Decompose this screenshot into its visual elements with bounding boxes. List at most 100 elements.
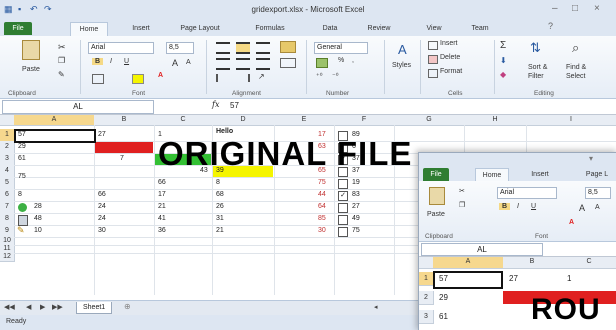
active-cell-outline[interactable] [14,129,96,143]
cell-f8-value[interactable]: 49 [350,213,360,225]
align-right-icon[interactable] [256,58,270,70]
insert-button[interactable]: Insert [440,40,458,47]
secondary-row-header[interactable]: 1 [419,272,434,286]
cell-c7[interactable]: 21 [156,201,166,213]
cell-a3[interactable]: 61 [16,153,26,165]
fill-color-icon[interactable] [132,74,144,84]
cell-b7[interactable]: 24 [96,201,106,213]
cell-f6-number[interactable]: 44 [316,189,326,201]
cell-c8[interactable]: 41 [156,213,166,225]
fx-icon[interactable]: fx [212,100,219,109]
column-header[interactable]: H [464,115,527,126]
red-filled-cell[interactable] [95,142,153,153]
sheet-nav-last-icon[interactable]: ▶▶ [52,303,63,311]
find-select-button[interactable]: Find & [566,64,586,71]
secondary-excel-window[interactable]: ▾ File Home Insert Page L Paste ✂ ❐ Clip… [418,152,616,330]
secondary-column-header[interactable]: A [433,257,504,269]
secondary-cell-a3[interactable]: 61 [437,311,448,323]
cell-f6-value[interactable]: 83 [350,189,360,201]
secondary-qat-icon[interactable]: ▾ [589,154,593,163]
cell-b1[interactable]: 27 [96,129,106,141]
styles-button[interactable]: Styles [392,62,411,69]
tab-formulas[interactable]: Formulas [252,22,288,35]
autosum-button[interactable]: Σ [500,40,506,51]
tab-home[interactable]: Home [70,22,108,36]
secondary-font-name-select[interactable]: Arial [497,187,557,199]
find-select-icon[interactable]: ⌕ [572,40,579,56]
secondary-cut-icon[interactable]: ✂ [459,187,465,195]
cell-a8[interactable]: 48 [32,213,42,225]
sort-filter-button-line2[interactable]: Filter [528,73,544,80]
italic-button[interactable]: I [110,58,112,65]
secondary-shrink-font-button[interactable]: A [595,204,600,211]
cell-f8-number[interactable]: 85 [316,213,326,225]
cell-b9[interactable]: 30 [96,225,106,237]
fill-icon[interactable]: ⬇ [500,56,507,65]
checkbox[interactable] [338,203,348,213]
tab-view[interactable]: View [420,22,448,35]
cell-b8[interactable]: 24 [96,213,106,225]
cell-a2[interactable]: 29 [16,141,26,153]
styles-icon[interactable]: A [398,42,407,57]
tab-insert[interactable]: Insert [126,22,156,35]
shrink-font-button[interactable]: A [186,59,191,66]
secondary-cell-b1[interactable]: 27 [507,273,518,285]
copy-icon[interactable]: ❐ [58,56,65,65]
comma-button[interactable]: , [352,57,354,64]
sheet-nav-first-icon[interactable]: ◀◀ [4,303,15,311]
format-painter-icon[interactable]: ✎ [58,70,65,79]
tab-review[interactable]: Review [362,22,396,35]
tab-data[interactable]: Data [316,22,344,35]
sheet-nav-prev-icon[interactable]: ◀ [26,303,31,311]
insert-cells-icon[interactable] [428,41,438,50]
column-header[interactable]: G [394,115,465,126]
cut-icon[interactable]: ✂ [58,42,66,53]
align-middle-icon[interactable] [236,42,250,54]
secondary-row-header[interactable]: 2 [419,291,434,305]
sheet-nav-next-icon[interactable]: ▶ [40,303,45,311]
secondary-cell-a1[interactable]: 57 [437,273,448,285]
orientation-icon[interactable]: ↗ [258,72,265,81]
sort-filter-icon[interactable]: ⇅ [530,40,541,56]
formula-input[interactable]: 57 [230,101,239,110]
h-scroll-left-icon[interactable]: ◂ [374,303,378,311]
secondary-font-color-icon[interactable]: A [569,219,574,226]
align-top-icon[interactable] [216,42,230,54]
checkbox-checked[interactable]: ✓ [338,191,348,201]
align-bottom-icon[interactable] [256,42,270,54]
paste-icon[interactable] [22,40,40,60]
column-header[interactable]: C [154,115,213,126]
secondary-grow-font-button[interactable]: A [579,203,585,213]
cell-a9[interactable]: 10 [32,225,42,237]
column-header[interactable]: A [14,115,95,126]
cell-a7[interactable]: 28 [32,201,42,213]
cell-c5[interactable]: 66 [156,177,166,189]
row-header[interactable]: 12 [0,253,15,262]
delete-button[interactable]: Delete [440,54,460,61]
secondary-italic-button[interactable]: I [517,203,519,210]
secondary-tab-home[interactable]: Home [475,168,509,182]
cell-f9-number[interactable]: 30 [316,225,326,237]
wrap-text-icon[interactable] [280,41,296,53]
minimize-button[interactable]: – [552,3,558,14]
cell-a1[interactable]: 57 [16,129,26,141]
increase-indent-icon[interactable] [236,74,250,82]
secondary-cell-c1[interactable]: 1 [565,273,571,285]
sheet-tab[interactable]: Sheet1 [76,302,113,314]
secondary-paste-icon[interactable] [429,187,445,205]
cell-f5-number[interactable]: 75 [316,177,326,189]
select-all-corner[interactable] [0,115,15,126]
secondary-tab-insert[interactable]: Insert [525,168,555,181]
borders-icon[interactable] [92,74,104,84]
clear-icon[interactable]: ◆ [500,70,506,79]
secondary-cell-a2[interactable]: 29 [437,292,448,304]
cell-d8[interactable]: 31 [214,213,224,225]
align-left-icon[interactable] [216,58,230,70]
percent-button[interactable]: % [338,57,344,64]
align-center-icon[interactable] [236,58,250,70]
secondary-column-header[interactable]: C [561,257,616,269]
increase-decimal-icon[interactable]: ⁺⁰ [316,72,323,80]
cell-d6[interactable]: 68 [214,189,224,201]
secondary-paste-button[interactable]: Paste [427,211,445,218]
secondary-row-header[interactable]: 3 [419,310,434,324]
